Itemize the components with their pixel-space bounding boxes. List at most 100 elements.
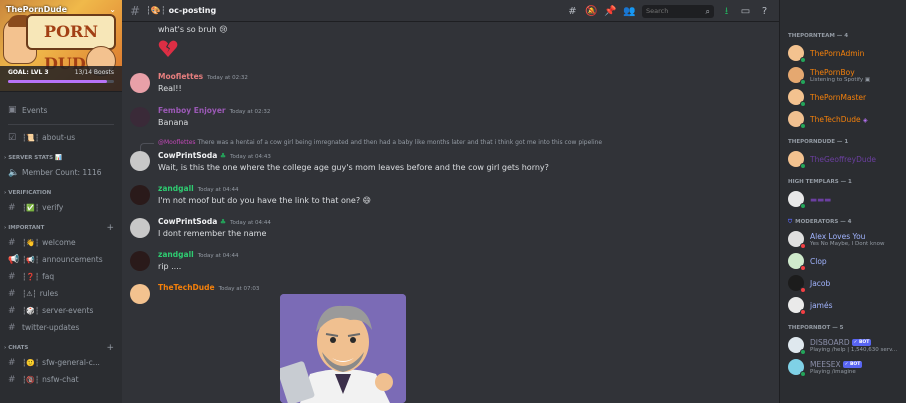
status-online-icon xyxy=(800,79,806,85)
channel-label: faq xyxy=(42,272,55,281)
channel-about-us[interactable]: ☑ ┆📜┆ about-us xyxy=(0,129,122,146)
member-item[interactable]: jamés xyxy=(780,294,906,316)
server-name[interactable]: ThePornDude xyxy=(6,5,67,14)
category-label: CHATS xyxy=(8,345,29,351)
reply-preview[interactable]: @Mooflettes There was a hentai of a cow … xyxy=(158,139,602,146)
hash-icon: # xyxy=(8,357,16,368)
server-banner[interactable]: PORN DUDE ThePornDude ⌄ GOAL: LVL 3 13/1… xyxy=(0,0,122,92)
channel-server-events[interactable]: # ┆🎲┆ server-events xyxy=(0,302,122,319)
category-important[interactable]: › IMPORTANT + xyxy=(0,222,122,234)
search-input[interactable] xyxy=(642,4,714,18)
username[interactable]: CowPrintSoda xyxy=(158,217,217,226)
member-item[interactable]: MEESEX ✓ BOT Playing /imagine xyxy=(780,356,906,378)
channel-faq[interactable]: # ┆❓┆ faq xyxy=(0,268,122,285)
message-list[interactable]: what's so bruh 😢 Mooflettes Today at 02:3… xyxy=(122,22,779,403)
member-item[interactable]: ThePornAdmin xyxy=(780,42,906,64)
message[interactable]: Femboy Enjoyer Today at 02:32 Banana xyxy=(130,106,771,130)
boost-gem-icon: ◈ xyxy=(863,116,868,124)
help-icon[interactable]: ? xyxy=(758,5,771,18)
attached-image[interactable] xyxy=(280,294,406,403)
avatar[interactable] xyxy=(130,73,150,93)
download-icon[interactable]: ⭳ xyxy=(720,5,733,18)
member-item[interactable]: ThePornMaster xyxy=(780,86,906,108)
channel-label: Member Count: 1116 xyxy=(22,168,102,177)
avatar[interactable] xyxy=(130,251,150,271)
category-chats[interactable]: › CHATS + xyxy=(0,342,122,354)
plus-icon[interactable]: + xyxy=(106,343,114,353)
avatar xyxy=(788,151,806,169)
username[interactable]: TheTechDude xyxy=(158,283,215,292)
mute-bell-icon[interactable]: 🔕 xyxy=(585,5,598,18)
message-text: I'm not moof but do you have the link to… xyxy=(158,196,371,205)
channel-member-count[interactable]: 🔈 Member Count: 1116 xyxy=(0,164,122,181)
message[interactable]: what's so bruh 😢 xyxy=(130,22,771,60)
message-text: Banana xyxy=(158,118,189,127)
member-item[interactable]: TheTechDude ◈ xyxy=(780,108,906,130)
message[interactable]: zandgall Today at 04:44 I'm not moof but … xyxy=(130,184,771,208)
cartoon-illustration xyxy=(280,294,406,403)
username[interactable]: zandgall xyxy=(158,184,194,193)
avatar xyxy=(788,253,806,271)
pin-icon[interactable]: 📌 xyxy=(604,5,617,18)
avatar[interactable] xyxy=(130,107,150,127)
avatar[interactable] xyxy=(130,284,150,304)
member-activity: Playing /imagine xyxy=(810,368,856,375)
member-item[interactable]: ThePornBoy Listening to Spotify ▣ xyxy=(780,64,906,86)
message[interactable]: TheTechDude Today at 07:03 xyxy=(130,283,771,403)
avatar[interactable] xyxy=(130,185,150,205)
member-item[interactable]: Jacob xyxy=(780,272,906,294)
boost-goal[interactable]: GOAL: LVL 3 13/14 Boosts xyxy=(0,66,122,91)
avatar[interactable] xyxy=(130,218,150,238)
emoji-icon: ┆👋┆ xyxy=(22,238,40,247)
username[interactable]: zandgall xyxy=(158,250,194,259)
channel-title: oc-posting xyxy=(168,6,217,15)
message[interactable]: zandgall Today at 04:44 rip .... xyxy=(130,250,771,274)
username[interactable]: CowPrintSoda xyxy=(158,151,217,160)
category-verification[interactable]: › VERIFICATION xyxy=(0,187,122,199)
member-list-icon[interactable]: 👥 xyxy=(623,5,636,18)
search-icon: ⌕ xyxy=(705,6,710,16)
emoji-icon: ┆🙂┆ xyxy=(22,358,40,367)
plus-icon[interactable]: + xyxy=(106,223,114,233)
hash-icon: # xyxy=(8,271,16,282)
channel-label: nsfw-chat xyxy=(42,375,79,384)
member-item[interactable]: ▬▬▬ xyxy=(780,188,906,210)
inbox-icon[interactable]: ▭ xyxy=(739,5,752,18)
channel-rules[interactable]: # ┆⚠┆ rules xyxy=(0,285,122,302)
channel-nsfw-chat[interactable]: # ┆🔞┆ nsfw-chat xyxy=(0,371,122,388)
member-item[interactable]: Clop xyxy=(780,250,906,272)
message[interactable]: Mooflettes Today at 02:32 Real!! xyxy=(130,72,771,96)
role-icon: ♣ xyxy=(219,152,227,160)
channel-announcements[interactable]: 📢 ┆📢┆ announcements xyxy=(0,251,122,268)
avatar xyxy=(788,191,806,209)
channel-verify[interactable]: # ┆✅┆ verify xyxy=(0,199,122,216)
message[interactable]: CowPrintSoda ♣ Today at 04:44 I dont reme… xyxy=(130,217,771,241)
username[interactable]: Mooflettes xyxy=(158,72,203,81)
channel-twitter-updates[interactable]: # twitter-updates xyxy=(0,319,122,336)
status-dnd-icon xyxy=(800,243,806,249)
divider xyxy=(8,124,114,125)
member-name: jamés xyxy=(810,300,833,310)
member-item[interactable]: TheGeoffreyDude xyxy=(780,148,906,170)
channel-sfw-general[interactable]: # ┆🙂┆ sfw-general-c... xyxy=(0,354,122,371)
channel-welcome[interactable]: # ┆👋┆ welcome xyxy=(0,234,122,251)
events-label: Events xyxy=(22,105,48,115)
reply-text: There was a hentai of a cow girl being i… xyxy=(197,139,603,146)
message[interactable]: @Mooflettes There was a hentai of a cow … xyxy=(130,139,771,175)
category-server-stats[interactable]: › SERVER STATS 📊 xyxy=(0,152,122,164)
avatar xyxy=(788,45,806,63)
emoji-icon: ┆⚠┆ xyxy=(22,289,37,298)
events-item[interactable]: ▣ Events xyxy=(0,98,122,122)
status-dnd-icon xyxy=(800,309,806,315)
member-item[interactable]: DISBOARD ✓ BOT Playing /help | 1,540,630 s… xyxy=(780,334,906,356)
search-box[interactable]: ⌕ xyxy=(642,4,714,18)
chevron-down-icon[interactable]: ⌄ xyxy=(109,5,116,14)
avatar xyxy=(788,111,806,129)
username[interactable]: Femboy Enjoyer xyxy=(158,106,226,115)
reply-username[interactable]: @Mooflettes xyxy=(158,139,196,146)
threads-icon[interactable]: # xyxy=(566,5,579,18)
status-online-icon xyxy=(800,101,806,107)
status-online-icon xyxy=(800,163,806,169)
avatar[interactable] xyxy=(130,151,150,171)
member-item[interactable]: Alex Loves You Yes No Maybe, I Dont know xyxy=(780,228,906,250)
